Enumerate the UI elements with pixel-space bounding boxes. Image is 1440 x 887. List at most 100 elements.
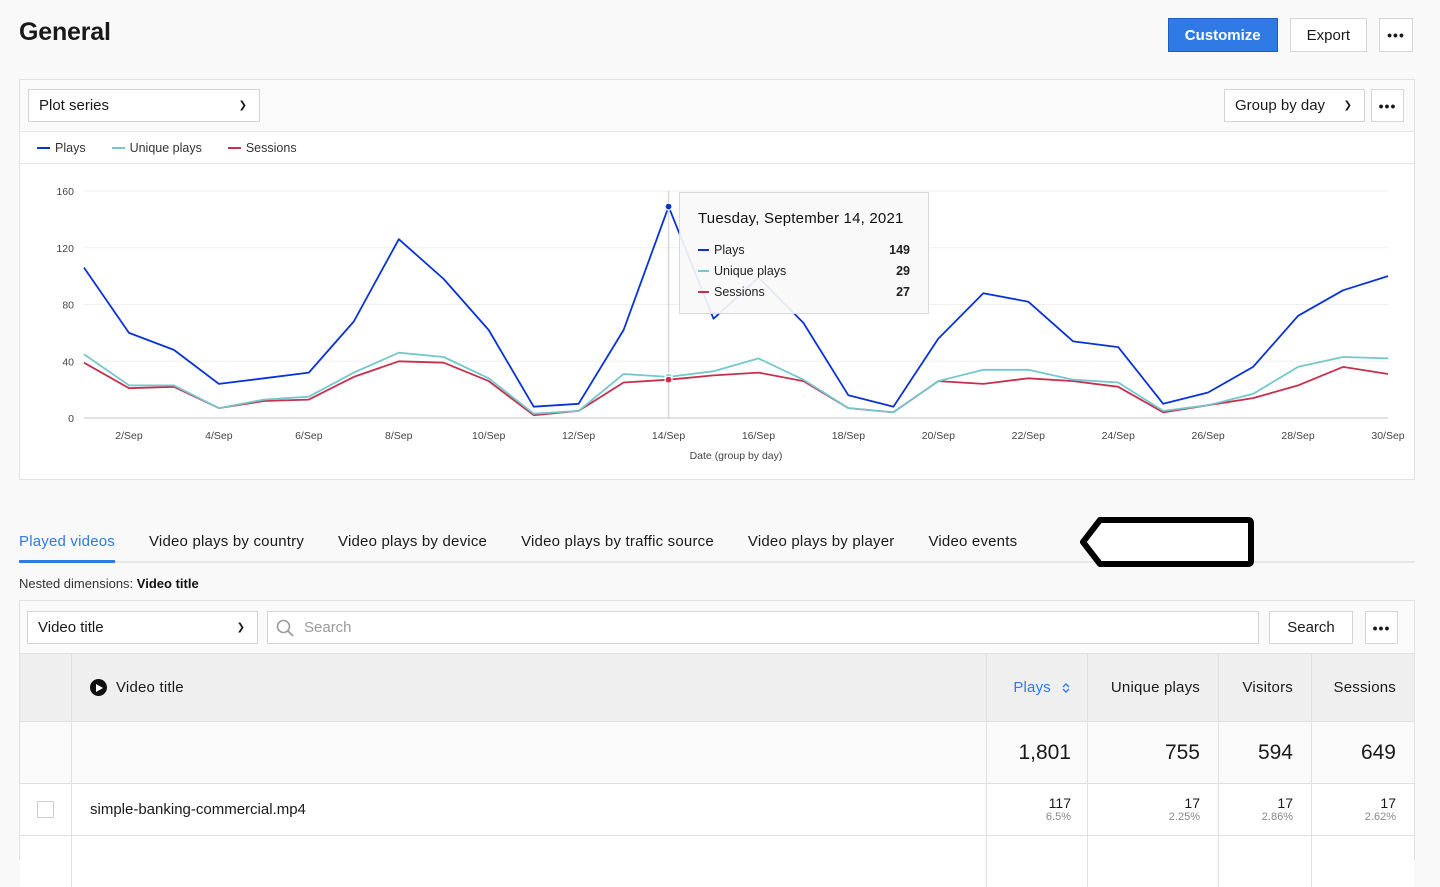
column-label: Unique plays xyxy=(1110,679,1200,696)
chevron-down-icon: ❯ xyxy=(238,99,247,111)
column-label: Plays xyxy=(1013,679,1051,696)
chart-panel: Plot series ❯ Group by day ❯ ••• Plays U… xyxy=(19,79,1415,480)
x-tick-label: 24/Sep xyxy=(1102,430,1135,442)
plays-cell xyxy=(987,836,1088,887)
play-circle-icon xyxy=(90,679,107,696)
dimension-select[interactable]: Video title ❯ xyxy=(27,611,258,644)
export-button[interactable]: Export xyxy=(1289,18,1367,52)
search-field[interactable] xyxy=(267,611,1259,644)
chart-tooltip: Tuesday, September 14, 2021 Plays 149 Un… xyxy=(679,192,929,314)
page-title: General xyxy=(19,18,111,46)
table-header-row: Video title Plays Unique plays Visitors … xyxy=(20,653,1414,721)
totals-row: 1,801 755 594 649 xyxy=(20,721,1414,783)
group-by-label: Group by day xyxy=(1235,97,1326,114)
tab-played-videos[interactable]: Played videos xyxy=(19,523,115,563)
total-sessions: 649 xyxy=(1360,740,1396,764)
tooltip-value: 149 xyxy=(889,242,910,257)
sort-icon xyxy=(1062,682,1070,693)
x-tick-label: 6/Sep xyxy=(295,430,323,442)
y-tick-label: 160 xyxy=(56,186,74,198)
dimension-select-label: Video title xyxy=(38,619,104,636)
totals-select-cell xyxy=(20,722,72,783)
tooltip-value: 29 xyxy=(896,263,910,278)
column-header-sessions[interactable]: Sessions xyxy=(1312,654,1414,721)
table-more-button[interactable]: ••• xyxy=(1365,611,1398,644)
plot-series-label: Plot series xyxy=(39,97,110,114)
chart-more-button[interactable]: ••• xyxy=(1371,89,1404,122)
column-label: Visitors xyxy=(1242,679,1293,696)
sessions-cell xyxy=(1312,836,1414,887)
column-label: Video title xyxy=(116,679,184,696)
legend-swatch-sessions xyxy=(227,146,241,149)
column-header-video-title[interactable]: Video title xyxy=(72,654,987,721)
tooltip-label: Plays xyxy=(714,242,745,257)
unique-plays-cell: 17 2.25% xyxy=(1088,784,1219,835)
tooltip-row-plays: Plays 149 xyxy=(698,239,910,260)
total-visitors: 594 xyxy=(1219,722,1312,783)
page-actions: Customize Export ••• xyxy=(1167,18,1413,52)
video-title-cell xyxy=(72,836,987,887)
sessions-cell: 17 2.62% xyxy=(1312,784,1414,835)
value: 17 xyxy=(1380,794,1396,811)
column-header-visitors[interactable]: Visitors xyxy=(1219,654,1312,721)
more-options-button[interactable]: ••• xyxy=(1379,18,1413,52)
plays-cell: 117 6.5% xyxy=(987,784,1088,835)
tooltip-swatch xyxy=(698,290,709,293)
tooltip-title: Tuesday, September 14, 2021 xyxy=(698,210,904,227)
value: 17 xyxy=(1184,794,1200,811)
x-tick-label: 20/Sep xyxy=(922,430,955,442)
tab-video-plays-by-traffic-source[interactable]: Video plays by traffic source xyxy=(521,523,714,561)
x-tick-label: 18/Sep xyxy=(832,430,865,442)
x-tick-label: 8/Sep xyxy=(385,430,413,442)
x-tick-label: 14/Sep xyxy=(652,430,685,442)
percent: 2.86% xyxy=(1261,811,1293,824)
row-select-cell xyxy=(20,836,72,887)
tab-video-plays-by-country[interactable]: Video plays by country xyxy=(149,523,304,561)
visitors-cell xyxy=(1219,836,1312,887)
nested-dimensions: Nested dimensions: Video title xyxy=(19,576,199,591)
search-button[interactable]: Search xyxy=(1269,611,1353,644)
y-tick-label: 40 xyxy=(62,356,74,368)
visitors-cell: 17 2.86% xyxy=(1219,784,1312,835)
table-row[interactable]: simple-banking-commercial.mp4 117 6.5% 17… xyxy=(20,783,1414,835)
legend-label: Plays xyxy=(55,140,86,155)
tooltip-swatch xyxy=(698,248,709,251)
legend-item-sessions[interactable]: Sessions xyxy=(227,141,297,155)
unique-plays-cell xyxy=(1088,836,1219,887)
tab-video-plays-by-player[interactable]: Video plays by player xyxy=(748,523,895,561)
redaction-tag-shape xyxy=(1080,517,1254,567)
legend-swatch-unique-plays xyxy=(111,146,125,149)
tab-video-plays-by-device[interactable]: Video plays by device xyxy=(338,523,487,561)
percent: 2.25% xyxy=(1168,811,1200,824)
legend-swatch-plays xyxy=(37,146,50,149)
x-tick-label: 30/Sep xyxy=(1371,430,1404,442)
y-tick-label: 120 xyxy=(56,243,74,255)
y-tick-label: 80 xyxy=(62,300,74,312)
search-icon xyxy=(276,619,294,637)
highlight-point xyxy=(664,375,673,384)
legend-item-plays[interactable]: Plays xyxy=(37,141,86,155)
column-header-unique-plays[interactable]: Unique plays xyxy=(1088,654,1219,721)
tooltip-swatch xyxy=(698,269,709,272)
column-header-plays[interactable]: Plays xyxy=(987,654,1088,721)
customize-button[interactable]: Customize xyxy=(1167,18,1278,52)
video-title-cell[interactable]: simple-banking-commercial.mp4 xyxy=(72,784,987,835)
data-table-panel: Video title ❯ Search ••• Video title Pla… xyxy=(19,600,1415,887)
percent: 2.62% xyxy=(1364,811,1396,824)
tooltip-row-unique-plays: Unique plays 29 xyxy=(698,260,910,281)
header-select-cell xyxy=(20,654,72,721)
tooltip-value: 27 xyxy=(896,284,910,299)
chevron-down-icon: ❯ xyxy=(1343,99,1352,111)
tab-video-events[interactable]: Video events xyxy=(928,523,1017,561)
group-by-select[interactable]: Group by day ❯ xyxy=(1224,89,1365,122)
totals-title-cell xyxy=(72,722,987,783)
column-label: Sessions xyxy=(1333,679,1396,696)
value: 117 xyxy=(1048,794,1071,811)
search-input[interactable] xyxy=(302,618,1202,637)
legend-item-unique-plays[interactable]: Unique plays xyxy=(111,141,202,155)
tooltip-row-sessions: Sessions 27 xyxy=(698,281,910,302)
x-tick-label: 4/Sep xyxy=(205,430,233,442)
plot-series-select[interactable]: Plot series ❯ xyxy=(28,89,260,122)
row-checkbox[interactable] xyxy=(37,801,54,818)
series-line-unique-plays[interactable] xyxy=(83,351,1389,415)
